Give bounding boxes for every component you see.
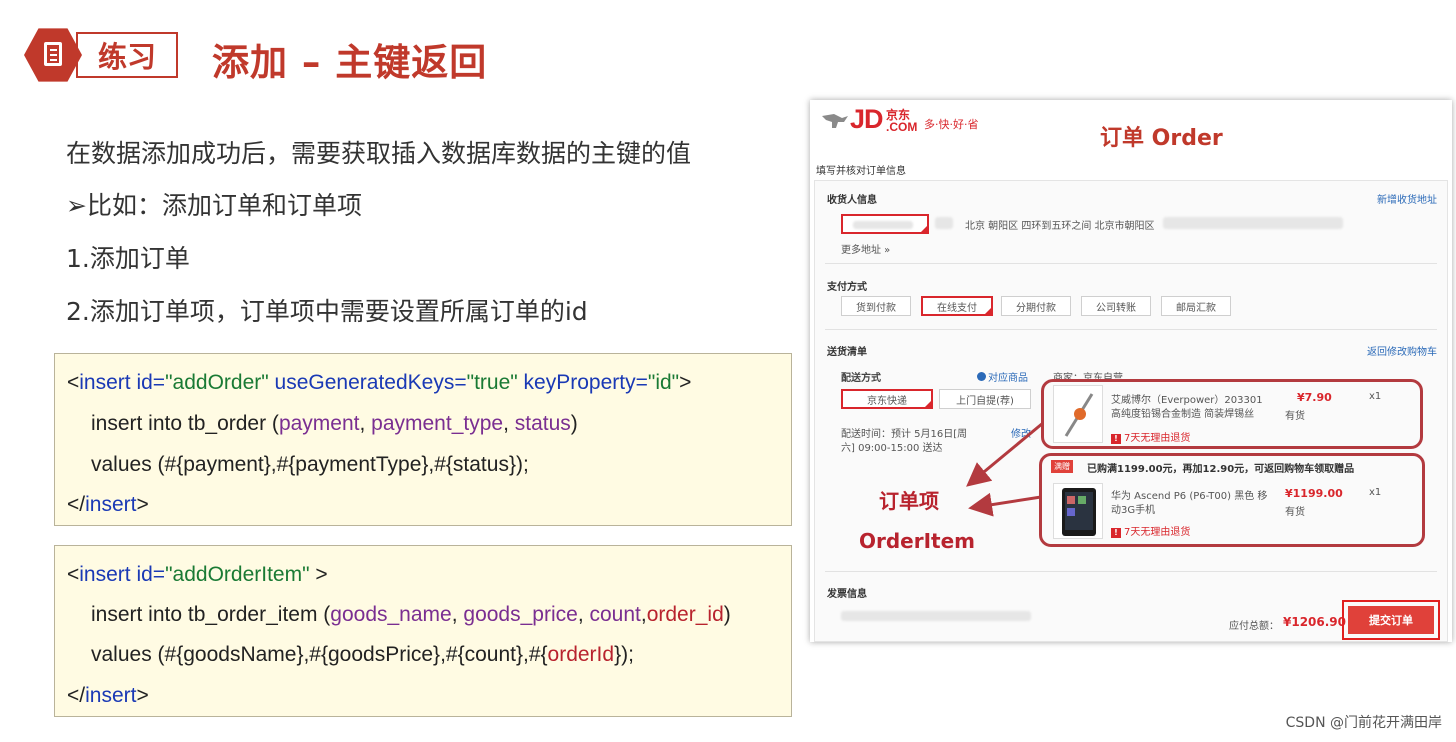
payment-title: 支付方式 — [827, 282, 867, 293]
code-block-add-order: <insert id="addOrder" useGeneratedKeys="… — [54, 353, 792, 526]
watermark: CSDN @门前花开满田岸 — [1285, 715, 1442, 731]
jd-slogan: 多·快·好·省 — [924, 118, 979, 131]
delivery-mode-label: 配送方式 — [841, 373, 881, 384]
new-address-link[interactable]: 新增收货地址 — [1377, 191, 1437, 206]
receiver-title: 收货人信息 — [827, 195, 877, 206]
receiver-address: 北京 朝阳区 四环到五环之间 北京市朝阳区 — [965, 221, 1155, 232]
submit-order-button[interactable]: 提交订单 — [1342, 600, 1440, 640]
jd-dog-logo-icon — [822, 114, 848, 128]
item1-name-1: 艾威博尔（Everpower）203301 — [1111, 395, 1263, 406]
bullet-line-3: 1.添加订单 — [66, 244, 190, 273]
code-line: insert into tb_order_item (goods_name, g… — [91, 603, 731, 626]
item2-return-policy: ! 7天无理由退货 — [1111, 523, 1190, 538]
edit-time-link[interactable]: 修改 — [1011, 425, 1031, 440]
code-line: <insert id="addOrderItem" > — [67, 563, 328, 586]
pay-option-online[interactable]: 在线支付 — [921, 296, 993, 316]
section-tag: 练习 — [76, 32, 178, 78]
item2-thumbnail — [1053, 483, 1103, 539]
item1-qty: x1 — [1369, 391, 1382, 402]
receiver-name-option[interactable] — [841, 214, 929, 234]
divider — [825, 263, 1437, 264]
ship-option-pickup[interactable]: 上门自提(荐) — [939, 389, 1031, 409]
code-line: insert into tb_order (payment, payment_t… — [91, 412, 578, 435]
order-item-annotation-cn: 订单项 — [879, 489, 939, 513]
blurred-info — [1163, 217, 1343, 229]
item1-name-2: 高纯度铅锡合金制造 简装焊锡丝 — [1111, 409, 1255, 420]
jd-order-screenshot: JD 京东 .COM 多·快·好·省 订单 Order 填写并核对订单信息 收货… — [810, 100, 1452, 642]
pay-option-installment[interactable]: 分期付款 — [1001, 296, 1071, 316]
slide-badge-icon — [24, 28, 82, 82]
delivery-time-2: 六] 09:00-15:00 送达 — [841, 443, 943, 454]
divider — [825, 571, 1437, 572]
order-form: 收货人信息 新增收货地址 北京 朝阳区 四环到五环之间 北京市朝阳区 更多地址 … — [814, 180, 1448, 642]
pay-option-transfer[interactable]: 公司转账 — [1081, 296, 1151, 316]
payable-label: 应付总额： — [1229, 621, 1279, 632]
item2-name-2: 动3G手机 — [1111, 505, 1156, 516]
item2-qty: x1 — [1369, 487, 1382, 498]
document-icon — [44, 42, 62, 66]
blurred-info — [935, 217, 953, 229]
pay-option-postal[interactable]: 邮局汇款 — [1161, 296, 1231, 316]
item2-price: ¥1199.00 — [1285, 487, 1343, 500]
ship-option-jd-express[interactable]: 京东快递 — [841, 389, 933, 409]
promo-badge: 满赠 — [1051, 460, 1073, 473]
jd-logo-com: .COM — [886, 120, 918, 134]
order-annotation: 订单 Order — [1100, 126, 1223, 151]
item1-return-policy: ! 7天无理由退货 — [1111, 429, 1190, 444]
divider — [825, 329, 1437, 330]
code-line: </insert> — [67, 684, 149, 707]
promo-text: 已购满1199.00元，再加12.90元，可返回购物车领取赠品 — [1087, 464, 1355, 475]
bullet-line-4: 2.添加订单项，订单项中需要设置所属订单的id — [66, 297, 588, 326]
info-icon — [977, 372, 986, 381]
pay-option-cod[interactable]: 货到付款 — [841, 296, 911, 316]
back-to-cart-link[interactable]: 返回修改购物车 — [1367, 343, 1437, 358]
fill-info-label: 填写并核对订单信息 — [816, 166, 906, 177]
payable-value: ¥1206.90 — [1283, 615, 1347, 629]
code-line: <insert id="addOrder" useGeneratedKeys="… — [67, 371, 692, 394]
match-item-link[interactable]: 对应商品 — [977, 369, 1028, 384]
invoice-title: 发票信息 — [827, 589, 867, 600]
item1-price: ¥7.90 — [1297, 391, 1332, 404]
item1-thumbnail — [1053, 385, 1103, 443]
shipping-list-title: 送货清单 — [827, 347, 867, 358]
code-line: </insert> — [67, 493, 149, 516]
item2-name-1: 华为 Ascend P6 (P6-T00) 黑色 移 — [1111, 491, 1268, 502]
order-item-annotation-en: OrderItem — [859, 529, 976, 553]
item1-stock: 有货 — [1285, 411, 1305, 422]
delivery-time-1: 配送时间：预计 5月16日[周 — [841, 429, 968, 440]
bullet-line-1: 在数据添加成功后，需要获取插入数据库数据的主键的值 — [66, 139, 692, 168]
code-block-add-order-item: <insert id="addOrderItem" > insert into … — [54, 545, 792, 717]
bullet-line-2: ➢比如：添加订单和订单项 — [66, 191, 362, 220]
code-line: values (#{payment},#{paymentType},#{stat… — [91, 453, 529, 476]
jd-logo: JD — [850, 104, 884, 134]
more-address-link[interactable]: 更多地址 » — [841, 241, 890, 256]
blurred-info — [841, 611, 1031, 621]
code-line: values (#{goodsName},#{goodsPrice},#{cou… — [91, 643, 634, 666]
slide-title: 添加 – 主键返回 — [212, 41, 488, 84]
item2-stock: 有货 — [1285, 507, 1305, 518]
